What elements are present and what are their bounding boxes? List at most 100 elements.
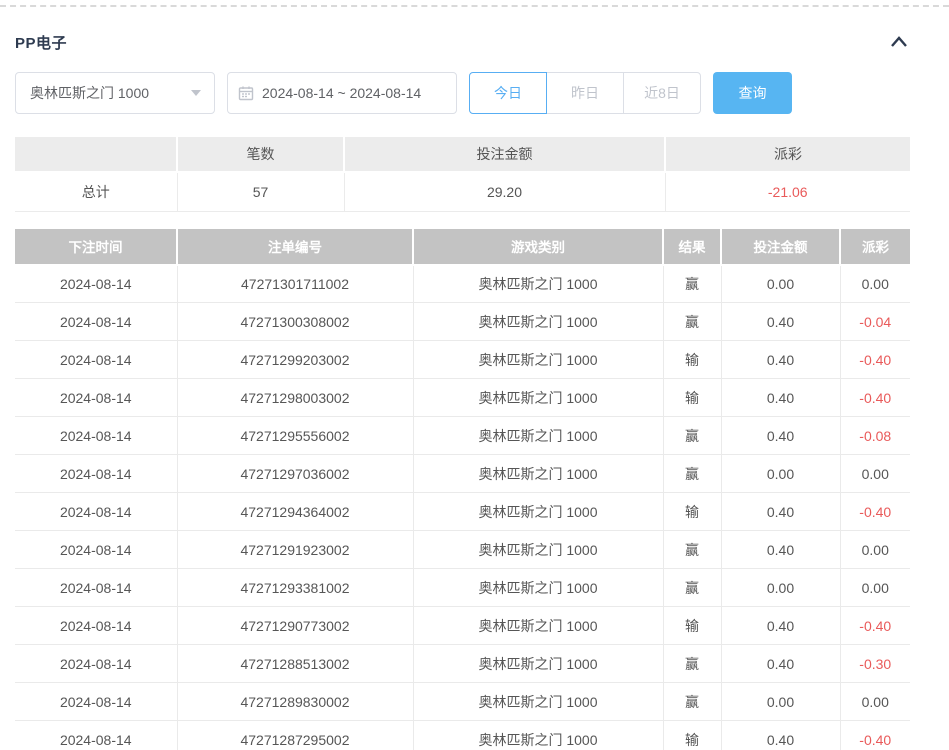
cell-order-id: 47271287295002: [177, 721, 413, 750]
page-title: PP电子: [15, 32, 67, 53]
cell-game-type: 奥林匹斯之门 1000: [413, 531, 663, 569]
table-row: 2024-08-1447271293381002奥林匹斯之门 1000赢0.00…: [15, 569, 910, 607]
cell-bet-time: 2024-08-14: [15, 417, 177, 455]
cell-bet-amount: 0.40: [721, 417, 840, 455]
cell-payout: 0.00: [840, 531, 910, 569]
summary-header-count: 笔数: [177, 136, 344, 172]
table-row: 2024-08-1447271301711002奥林匹斯之门 1000赢0.00…: [15, 265, 910, 303]
cell-order-id: 47271297036002: [177, 455, 413, 493]
cell-game-type: 奥林匹斯之门 1000: [413, 683, 663, 721]
cell-bet-time: 2024-08-14: [15, 607, 177, 645]
cell-bet-amount: 0.40: [721, 493, 840, 531]
cell-order-id: 47271299203002: [177, 341, 413, 379]
summary-total-bet-amount: 29.20: [344, 172, 665, 211]
cell-payout: -0.40: [840, 607, 910, 645]
collapse-panel-button[interactable]: [888, 31, 910, 53]
cell-game-type: 奥林匹斯之门 1000: [413, 265, 663, 303]
table-row: 2024-08-1447271300308002奥林匹斯之门 1000赢0.40…: [15, 303, 910, 341]
cell-game-type: 奥林匹斯之门 1000: [413, 721, 663, 750]
cell-order-id: 47271290773002: [177, 607, 413, 645]
cell-payout: -0.08: [840, 417, 910, 455]
summary-total-payout: -21.06: [665, 172, 910, 211]
cell-bet-amount: 0.00: [721, 455, 840, 493]
cell-game-type: 奥林匹斯之门 1000: [413, 455, 663, 493]
summary-header-payout: 派彩: [665, 136, 910, 172]
col-header-order-id: 注单编号: [177, 228, 413, 265]
summary-header-blank: [15, 136, 177, 172]
cell-order-id: 47271293381002: [177, 569, 413, 607]
cell-order-id: 47271298003002: [177, 379, 413, 417]
cell-payout: -0.40: [840, 379, 910, 417]
cell-bet-time: 2024-08-14: [15, 341, 177, 379]
summary-table: 笔数 投注金额 派彩 总计 57 29.20 -21.06: [15, 135, 910, 212]
date-range-input[interactable]: 2024-08-14 ~ 2024-08-14: [227, 72, 457, 114]
summary-total-row: 总计 57 29.20 -21.06: [15, 172, 910, 211]
calendar-icon: [238, 85, 254, 101]
yesterday-button[interactable]: 昨日: [546, 72, 624, 114]
cell-payout: 0.00: [840, 569, 910, 607]
table-row: 2024-08-1447271297036002奥林匹斯之门 1000赢0.00…: [15, 455, 910, 493]
cell-game-type: 奥林匹斯之门 1000: [413, 303, 663, 341]
summary-total-count: 57: [177, 172, 344, 211]
col-header-bet-amount: 投注金额: [721, 228, 840, 265]
table-row: 2024-08-1447271288513002奥林匹斯之门 1000赢0.40…: [15, 645, 910, 683]
bet-records-table: 下注时间 注单编号 游戏类别 结果 投注金额 派彩 2024-08-144727…: [15, 227, 910, 750]
cell-payout: -0.30: [840, 645, 910, 683]
cell-result: 输: [663, 721, 721, 750]
cell-result: 输: [663, 493, 721, 531]
cell-bet-time: 2024-08-14: [15, 683, 177, 721]
chevron-down-icon: [190, 89, 202, 97]
cell-result: 赢: [663, 265, 721, 303]
filter-bar: 奥林匹斯之门 1000 2024-08-14 ~ 2024-08-14 今日 昨…: [15, 72, 910, 114]
cell-game-type: 奥林匹斯之门 1000: [413, 341, 663, 379]
date-quick-buttons: 今日 昨日 近8日: [469, 72, 701, 114]
game-select[interactable]: 奥林匹斯之门 1000: [15, 72, 215, 114]
bet-table-body: 2024-08-1447271301711002奥林匹斯之门 1000赢0.00…: [15, 265, 910, 750]
bet-table-header-row: 下注时间 注单编号 游戏类别 结果 投注金额 派彩: [15, 228, 910, 265]
cell-result: 赢: [663, 455, 721, 493]
cell-bet-amount: 0.40: [721, 607, 840, 645]
game-select-value: 奥林匹斯之门 1000: [30, 83, 149, 103]
cell-payout: -0.40: [840, 721, 910, 750]
summary-header-row: 笔数 投注金额 派彩: [15, 136, 910, 172]
cell-bet-amount: 0.00: [721, 569, 840, 607]
cell-payout: 0.00: [840, 455, 910, 493]
col-header-payout: 派彩: [840, 228, 910, 265]
table-row: 2024-08-1447271295556002奥林匹斯之门 1000赢0.40…: [15, 417, 910, 455]
col-header-bet-time: 下注时间: [15, 228, 177, 265]
today-button[interactable]: 今日: [469, 72, 547, 114]
query-button[interactable]: 查询: [713, 72, 792, 114]
cell-bet-amount: 0.00: [721, 683, 840, 721]
cell-bet-time: 2024-08-14: [15, 531, 177, 569]
section-divider: [0, 5, 949, 7]
cell-bet-time: 2024-08-14: [15, 493, 177, 531]
table-row: 2024-08-1447271290773002奥林匹斯之门 1000输0.40…: [15, 607, 910, 645]
summary-total-label: 总计: [15, 172, 177, 211]
cell-order-id: 47271289830002: [177, 683, 413, 721]
table-row: 2024-08-1447271291923002奥林匹斯之门 1000赢0.40…: [15, 531, 910, 569]
cell-result: 赢: [663, 417, 721, 455]
cell-bet-amount: 0.40: [721, 303, 840, 341]
table-row: 2024-08-1447271294364002奥林匹斯之门 1000输0.40…: [15, 493, 910, 531]
cell-game-type: 奥林匹斯之门 1000: [413, 645, 663, 683]
cell-result: 赢: [663, 531, 721, 569]
cell-game-type: 奥林匹斯之门 1000: [413, 569, 663, 607]
cell-bet-time: 2024-08-14: [15, 303, 177, 341]
last-8-days-button[interactable]: 近8日: [623, 72, 701, 114]
cell-result: 赢: [663, 303, 721, 341]
cell-bet-amount: 0.40: [721, 531, 840, 569]
cell-result: 输: [663, 341, 721, 379]
cell-bet-amount: 0.40: [721, 341, 840, 379]
cell-result: 输: [663, 607, 721, 645]
cell-payout: -0.40: [840, 341, 910, 379]
date-range-value: 2024-08-14 ~ 2024-08-14: [262, 85, 421, 101]
cell-order-id: 47271294364002: [177, 493, 413, 531]
chevron-up-icon: [889, 35, 909, 49]
cell-bet-time: 2024-08-14: [15, 721, 177, 750]
cell-bet-amount: 0.40: [721, 379, 840, 417]
cell-result: 赢: [663, 645, 721, 683]
cell-bet-time: 2024-08-14: [15, 265, 177, 303]
cell-bet-time: 2024-08-14: [15, 645, 177, 683]
cell-result: 赢: [663, 569, 721, 607]
cell-order-id: 47271288513002: [177, 645, 413, 683]
